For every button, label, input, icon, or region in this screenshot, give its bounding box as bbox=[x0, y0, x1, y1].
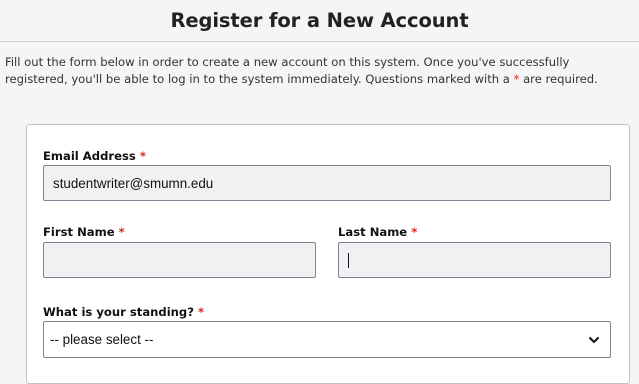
last-name-label: Last Name * bbox=[338, 225, 417, 239]
intro-text-end: are required. bbox=[519, 72, 598, 86]
intro-text: Fill out the form below in order to crea… bbox=[5, 54, 633, 88]
standing-label-text: What is your standing? bbox=[43, 305, 194, 319]
first-name-label: First Name * bbox=[43, 225, 125, 239]
standing-select[interactable]: -- please select -- bbox=[43, 321, 611, 358]
email-label: Email Address * bbox=[43, 149, 146, 163]
first-name-field[interactable] bbox=[43, 242, 316, 278]
email-value: studentwriter@smumn.edu bbox=[53, 175, 214, 191]
email-required-marker: * bbox=[139, 149, 146, 163]
first-name-required-marker: * bbox=[118, 225, 125, 239]
page-title: Register for a New Account bbox=[170, 9, 469, 32]
standing-label: What is your standing? * bbox=[43, 305, 204, 319]
email-label-text: Email Address bbox=[43, 149, 136, 163]
last-name-label-text: Last Name bbox=[338, 225, 408, 239]
chevron-down-icon bbox=[589, 336, 599, 343]
standing-required-marker: * bbox=[198, 305, 205, 319]
first-name-label-text: First Name bbox=[43, 225, 115, 239]
title-divider bbox=[0, 41, 639, 42]
registration-form: Email Address * studentwriter@smumn.edu … bbox=[26, 124, 630, 384]
last-name-required-marker: * bbox=[411, 225, 418, 239]
text-cursor bbox=[348, 252, 349, 268]
email-field[interactable]: studentwriter@smumn.edu bbox=[43, 165, 611, 201]
intro-text-main: Fill out the form below in order to crea… bbox=[5, 55, 570, 86]
standing-selected-value: -- please select -- bbox=[50, 332, 154, 347]
last-name-field[interactable] bbox=[338, 242, 611, 278]
